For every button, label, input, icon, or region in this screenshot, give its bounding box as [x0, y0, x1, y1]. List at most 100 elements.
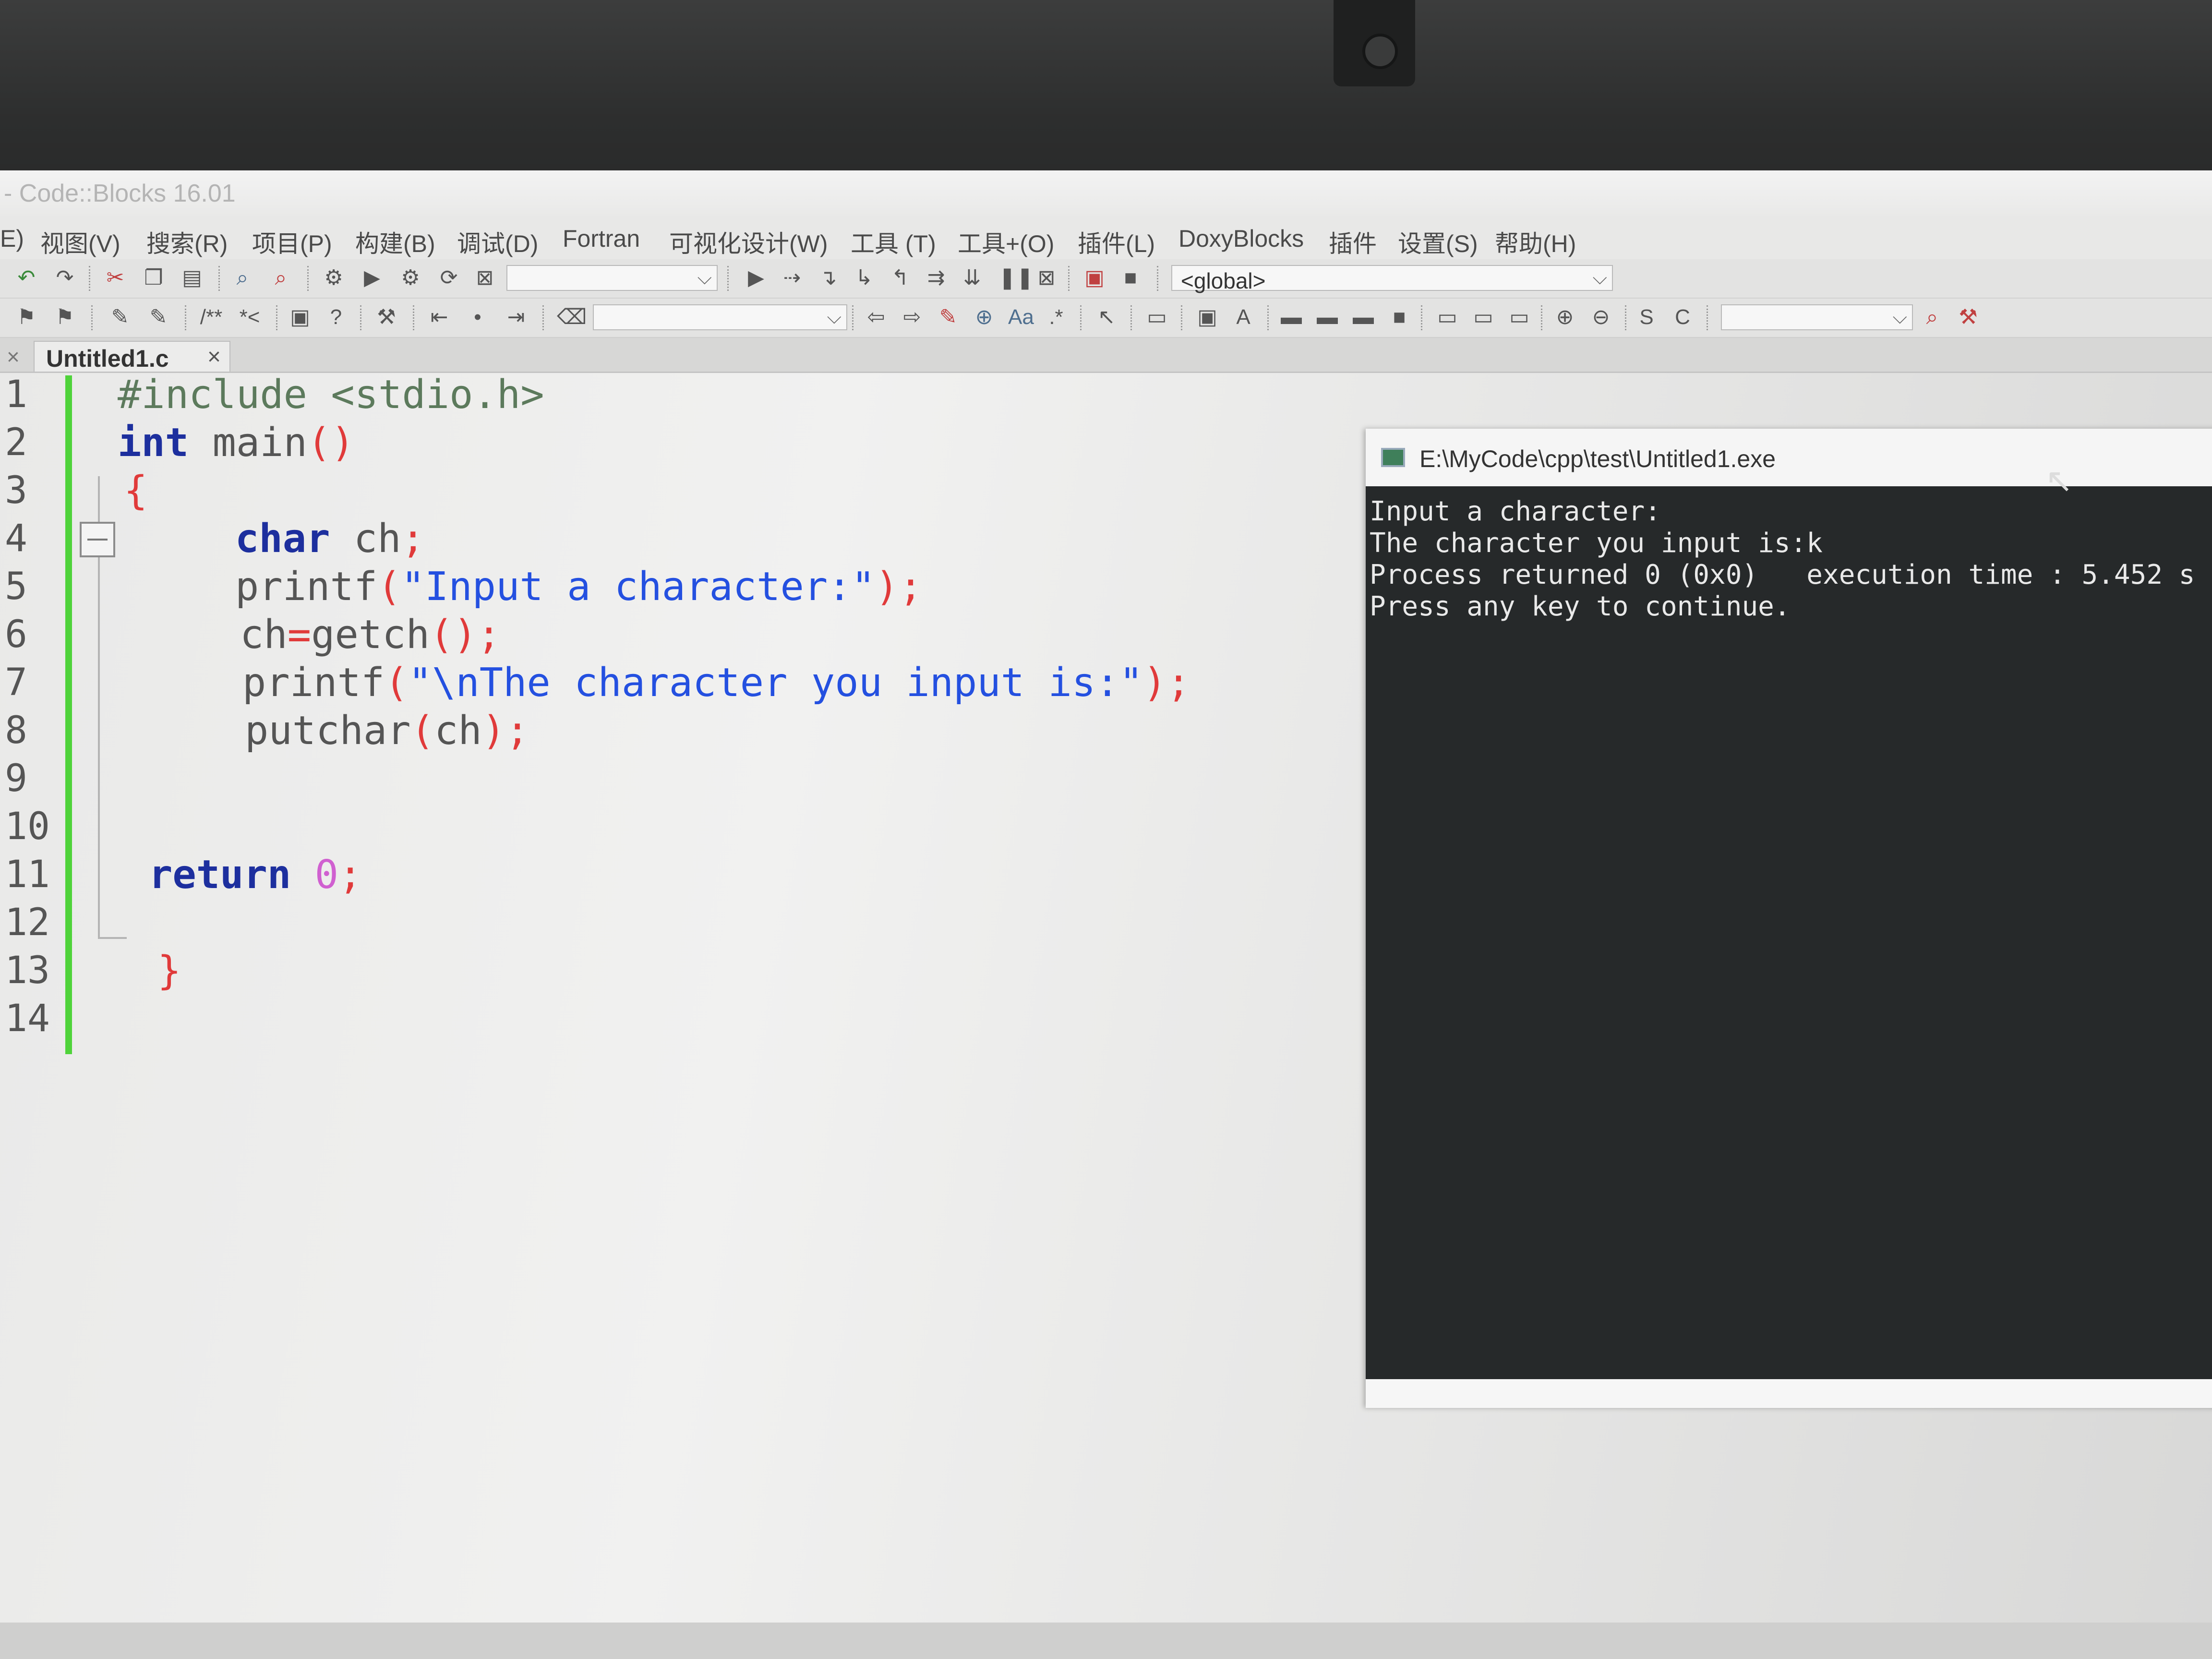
tools-icon[interactable]: ⚒: [1956, 305, 1980, 329]
replace-icon[interactable]: ⌕: [269, 266, 293, 290]
doxy-line-comment-icon[interactable]: *<: [238, 305, 262, 329]
scope-combo-value: <global>: [1181, 268, 1266, 293]
menu-project[interactable]: 项目(P): [252, 225, 332, 259]
pointer-icon[interactable]: ↖: [1094, 305, 1118, 329]
menu-debug[interactable]: 调试(D): [457, 225, 538, 259]
menu-build[interactable]: 构建(B): [355, 225, 435, 259]
toolbar-separator: [1157, 266, 1161, 291]
zoom-out-icon[interactable]: ⊖: [1589, 305, 1613, 329]
rebuild-icon[interactable]: ⟳: [437, 266, 461, 290]
run-to-cursor-icon[interactable]: ⇢: [780, 266, 804, 290]
step-instruction-icon[interactable]: ⇊: [960, 266, 984, 290]
menu-plugins-2[interactable]: 插件: [1329, 225, 1377, 259]
c-icon[interactable]: C: [1671, 305, 1695, 329]
scope-combo[interactable]: <global> ⌵: [1171, 265, 1613, 293]
toolbar-separator: [727, 266, 732, 291]
debug-run-icon[interactable]: ▶: [744, 266, 768, 290]
wrench-icon[interactable]: ⚒: [374, 305, 398, 329]
console-output[interactable]: Input a character: The character you inp…: [1366, 486, 2212, 1379]
doxywizard-icon[interactable]: ▣: [288, 305, 312, 329]
code-line-6: ch=getch();: [240, 612, 501, 658]
mouse-pointer-icon: ↖: [2045, 462, 2073, 499]
jump-back-icon[interactable]: ⇤: [427, 305, 451, 329]
console-window[interactable]: E:\MyCode\cpp\test\Untitled1.exe Input a…: [1366, 429, 2212, 1408]
pause-icon[interactable]: ❚❚: [998, 266, 1034, 290]
identifier: main: [189, 420, 307, 466]
redo-icon[interactable]: ↷: [53, 266, 77, 290]
code-line-1: #include <stdio.h>: [118, 372, 544, 418]
step-out-icon[interactable]: ↰: [888, 266, 912, 290]
doxy-block-comment-icon[interactable]: /**: [199, 305, 223, 329]
undo-icon[interactable]: ↶: [14, 266, 38, 290]
step-into-icon[interactable]: ↳: [852, 266, 876, 290]
copy-icon[interactable]: ❐: [142, 266, 166, 290]
chevron-down-icon: ⌵: [827, 307, 842, 328]
text-box-icon[interactable]: A: [1231, 305, 1255, 329]
next-line-icon[interactable]: ↴: [816, 266, 840, 290]
menu-tools[interactable]: 工具 (T): [851, 225, 936, 259]
console-line: Press any key to continue.: [1370, 591, 1791, 622]
punctuation: (: [377, 564, 401, 610]
build-gear-icon[interactable]: ⚙: [322, 266, 346, 290]
regex-icon[interactable]: .*: [1044, 305, 1068, 329]
forward-arrow-icon[interactable]: ⇨: [900, 305, 924, 329]
next-instruction-icon[interactable]: ⇉: [924, 266, 948, 290]
close-all-icon[interactable]: ×: [7, 344, 20, 370]
layout-2-icon[interactable]: ▬: [1315, 305, 1339, 329]
frame-2-icon[interactable]: ▭: [1471, 305, 1495, 329]
menu-fortran[interactable]: Fortran: [563, 225, 640, 252]
comment-icon[interactable]: ✎: [108, 305, 132, 329]
search-combo[interactable]: ⌵: [1721, 304, 1913, 330]
menu-help[interactable]: 帮助(H): [1495, 225, 1576, 259]
image-icon[interactable]: ▣: [1195, 305, 1219, 329]
layout-3-icon[interactable]: ▬: [1351, 305, 1375, 329]
layout-1-icon[interactable]: ▬: [1279, 305, 1303, 329]
match-case-icon[interactable]: Aa: [1008, 305, 1034, 329]
zoom-in-icon[interactable]: ⊕: [1553, 305, 1577, 329]
layout-4-icon[interactable]: ■: [1387, 305, 1411, 329]
menu-settings[interactable]: 设置(S): [1398, 225, 1478, 259]
menu-visual-design[interactable]: 可视化设计(W): [669, 225, 828, 259]
abort-icon[interactable]: ⊠: [473, 266, 497, 290]
identifier: getch: [311, 612, 430, 658]
menu-edit[interactable]: E): [0, 225, 24, 252]
back-arrow-icon[interactable]: ⇦: [864, 305, 888, 329]
build-and-run-icon[interactable]: ⚙: [398, 266, 422, 290]
fold-toggle[interactable]: [80, 522, 115, 557]
cut-icon[interactable]: ✂: [103, 266, 127, 290]
search-go-icon[interactable]: ⌕: [1920, 305, 1944, 329]
chm-icon[interactable]: ?: [324, 305, 348, 329]
punctuation: ;: [401, 516, 425, 562]
debug-windows-icon[interactable]: ▣: [1082, 266, 1106, 290]
toolbar-separator: [276, 305, 280, 330]
menu-tools-plus[interactable]: 工具+(O): [958, 225, 1054, 259]
stop-debug-icon[interactable]: ⊠: [1034, 266, 1058, 290]
format-icon[interactable]: ⊕: [972, 305, 996, 329]
identifier: putchar: [245, 708, 411, 754]
symbol-combo[interactable]: ⌵: [593, 304, 847, 330]
build-target-combo[interactable]: ⌵: [506, 265, 718, 291]
bookmark-next-icon[interactable]: ⚑: [53, 305, 77, 329]
highlight-icon[interactable]: ✎: [936, 305, 960, 329]
various-info-icon[interactable]: ■: [1118, 266, 1142, 290]
menu-search[interactable]: 搜索(R): [146, 225, 228, 259]
console-title-bar[interactable]: E:\MyCode\cpp\test\Untitled1.exe: [1366, 429, 2212, 486]
jump-forward-icon[interactable]: ⇥: [504, 305, 528, 329]
tab-untitled1[interactable]: Untitled1.c ×: [34, 341, 230, 372]
bookmark-prev-icon[interactable]: ⚑: [14, 305, 38, 329]
run-icon[interactable]: ▶: [360, 266, 384, 290]
frame-3-icon[interactable]: ▭: [1507, 305, 1531, 329]
rectangle-icon[interactable]: ▭: [1145, 305, 1169, 329]
find-icon[interactable]: ⌕: [230, 266, 254, 290]
menu-doxyblocks[interactable]: DoxyBlocks: [1178, 225, 1304, 252]
menu-plugins[interactable]: 插件(L): [1078, 225, 1155, 259]
uncomment-icon[interactable]: ✎: [146, 305, 170, 329]
bullet-icon[interactable]: •: [466, 305, 490, 329]
paste-icon[interactable]: ▤: [180, 266, 204, 290]
punctuation: ();: [429, 612, 501, 658]
clear-icon[interactable]: ⌫: [557, 305, 587, 329]
menu-view[interactable]: 视图(V): [40, 225, 120, 259]
frame-1-icon[interactable]: ▭: [1435, 305, 1459, 329]
close-icon[interactable]: ×: [207, 344, 221, 370]
s-icon[interactable]: S: [1635, 305, 1659, 329]
